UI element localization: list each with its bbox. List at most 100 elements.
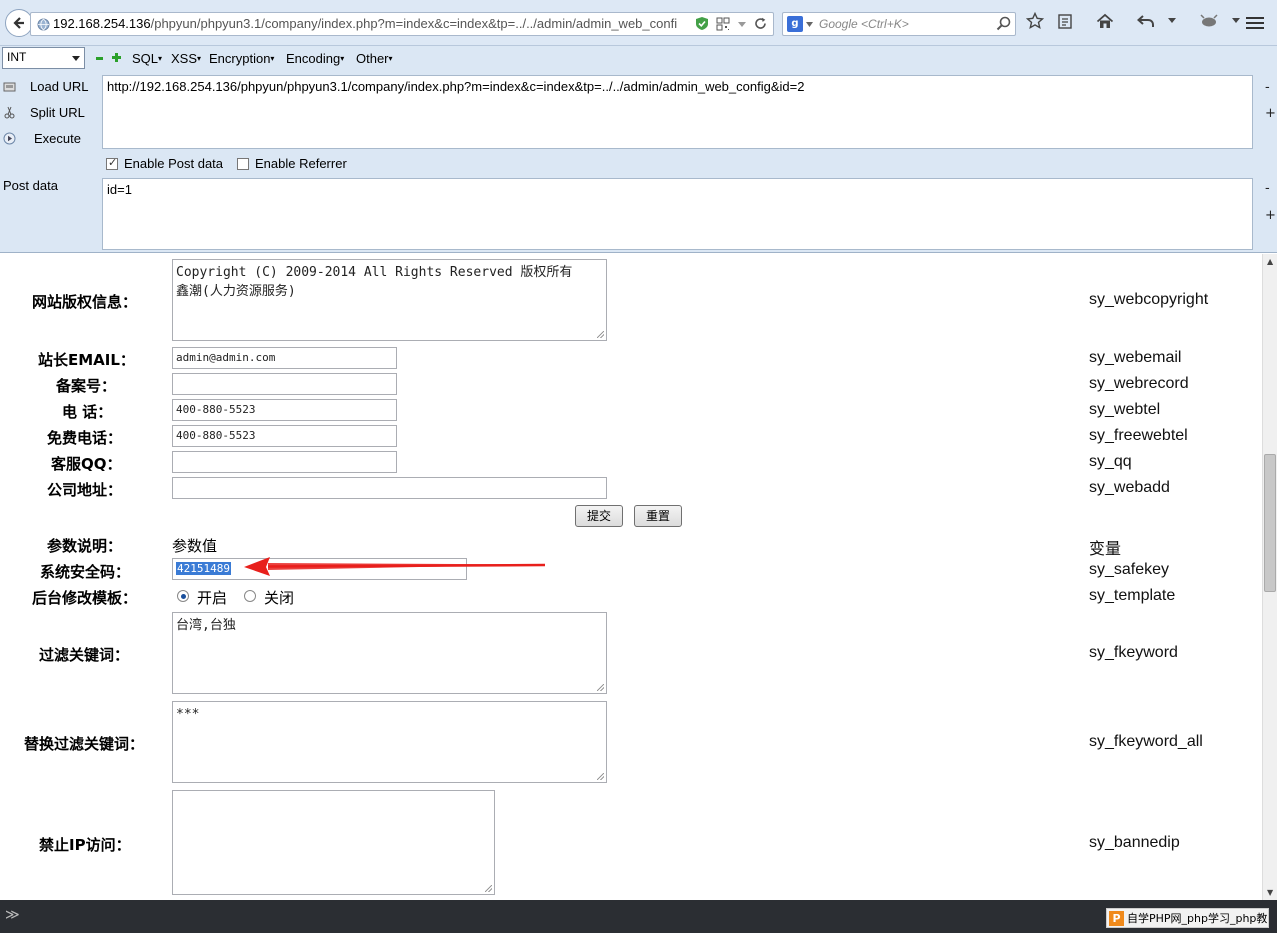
checkbox-unchecked-icon bbox=[237, 157, 249, 170]
record-input[interactable] bbox=[172, 373, 397, 395]
email-var: sy_webemail bbox=[1089, 349, 1182, 366]
copyright-text-line2: 鑫潮(人力资源服务) bbox=[176, 284, 296, 299]
site-badge-text: 自学PHP网_php学习_php教 bbox=[1127, 912, 1268, 925]
dropdown-arrow-icon[interactable] bbox=[737, 19, 747, 29]
xss-menu[interactable]: XSS▾ bbox=[171, 51, 201, 66]
home-icon[interactable] bbox=[1096, 13, 1114, 30]
shield-icon[interactable] bbox=[695, 16, 709, 31]
other-menu[interactable]: Other▾ bbox=[356, 51, 393, 66]
fkeyword-var: sy_fkeyword bbox=[1089, 644, 1178, 661]
post-collapse-button[interactable]: - bbox=[1265, 181, 1270, 196]
url-path: /phpyun/phpyun3.1/company/index.php?m=in… bbox=[150, 16, 678, 31]
submit-button[interactable]: 提交 bbox=[575, 505, 623, 527]
encryption-menu-dropdown-icon: ▾ bbox=[270, 54, 275, 63]
minus-icon[interactable] bbox=[96, 57, 103, 60]
execute-label: Execute bbox=[34, 131, 81, 146]
undo-dropdown-icon[interactable] bbox=[1168, 18, 1176, 24]
scroll-up-icon[interactable]: ▲ bbox=[1267, 257, 1273, 266]
encryption-menu-label: Encryption bbox=[209, 51, 271, 66]
scroll-down-icon[interactable]: ▼ bbox=[1267, 888, 1273, 897]
search-icon[interactable] bbox=[996, 16, 1011, 31]
back-button[interactable] bbox=[5, 9, 33, 37]
resize-grip-icon[interactable] bbox=[485, 885, 492, 892]
sql-menu-label: SQL bbox=[132, 51, 159, 66]
other-menu-dropdown-icon: ▾ bbox=[388, 54, 393, 63]
resize-grip-icon[interactable] bbox=[597, 331, 604, 338]
search-placeholder: Google <Ctrl+K> bbox=[819, 17, 909, 31]
encoding-menu[interactable]: Encoding▾ bbox=[286, 51, 344, 66]
safekey-value: 42151489 bbox=[176, 562, 231, 575]
resize-grip-icon[interactable] bbox=[597, 773, 604, 780]
qq-input[interactable] bbox=[172, 451, 397, 473]
bannedip-textarea[interactable] bbox=[172, 790, 495, 895]
safekey-label: 系统安全码： bbox=[40, 563, 131, 581]
copyright-textarea[interactable]: Copyright (C) 2009-2014 All Rights Reser… bbox=[172, 259, 607, 341]
resize-grip-icon[interactable] bbox=[597, 684, 604, 691]
fkeyword-all-text: *** bbox=[176, 707, 200, 722]
freetel-label: 免费电话： bbox=[47, 429, 123, 447]
bookmark-star-icon[interactable] bbox=[1026, 12, 1044, 30]
record-var: sy_webrecord bbox=[1089, 375, 1189, 392]
plus-icon[interactable] bbox=[112, 53, 121, 62]
reading-list-icon[interactable] bbox=[1057, 13, 1073, 30]
address-var: sy_webadd bbox=[1089, 479, 1170, 496]
hackbar-url-textarea[interactable]: http://192.168.254.136/phpyun/phpyun3.1/… bbox=[102, 75, 1253, 149]
scissors-icon bbox=[4, 106, 15, 119]
int-select-value: INT bbox=[7, 50, 27, 64]
enable-referrer-checkbox[interactable]: Enable Referrer bbox=[237, 156, 347, 171]
template-off-label: 关闭 bbox=[264, 589, 295, 607]
split-url-label: Split URL bbox=[30, 105, 85, 120]
qrcode-icon[interactable] bbox=[716, 17, 730, 31]
chevron-right-icon[interactable]: ≫ bbox=[5, 907, 20, 923]
post-data-textarea[interactable]: id=1 bbox=[102, 178, 1253, 250]
template-off-radio[interactable] bbox=[244, 590, 256, 602]
url-host: 192.168.254.136 bbox=[53, 16, 151, 31]
fkeyword-all-textarea[interactable]: *** bbox=[172, 701, 607, 783]
enable-post-checkbox[interactable]: Enable Post data bbox=[106, 156, 223, 171]
other-menu-label: Other bbox=[356, 51, 389, 66]
url-text[interactable]: 192.168.254.136/phpyun/phpyun3.1/company… bbox=[53, 16, 723, 31]
address-input[interactable] bbox=[172, 477, 607, 499]
status-bar: ≫ bbox=[0, 900, 1277, 933]
fkeyword-textarea[interactable]: 台湾,台独 bbox=[172, 612, 607, 694]
encryption-menu[interactable]: Encryption▾ bbox=[209, 51, 274, 66]
param-header: 参数说明： bbox=[47, 537, 123, 555]
fkeyword-label: 过滤关键词： bbox=[39, 646, 130, 664]
php-logo-icon: P bbox=[1109, 910, 1124, 926]
copyright-var: sy_webcopyright bbox=[1089, 291, 1209, 308]
url-collapse-button[interactable]: - bbox=[1265, 80, 1270, 95]
int-select[interactable]: INT bbox=[2, 47, 85, 69]
addon-bug-icon[interactable] bbox=[1199, 14, 1219, 28]
email-input[interactable]: admin@admin.com bbox=[172, 347, 397, 369]
reset-button[interactable]: 重置 bbox=[634, 505, 682, 527]
freetel-input[interactable]: 400-880-5523 bbox=[172, 425, 397, 447]
vertical-scrollbar[interactable]: ▲ ▼ bbox=[1262, 254, 1277, 900]
qq-label: 客服QQ： bbox=[51, 455, 122, 473]
google-icon[interactable]: g bbox=[787, 16, 803, 32]
reload-icon[interactable] bbox=[754, 17, 767, 30]
scrollbar-thumb[interactable] bbox=[1264, 454, 1276, 592]
copyright-label: 网站版权信息： bbox=[32, 293, 138, 311]
xss-menu-label: XSS bbox=[171, 51, 198, 66]
url-expand-button[interactable]: + bbox=[1265, 106, 1276, 121]
sql-menu[interactable]: SQL▾ bbox=[132, 51, 162, 66]
template-on-radio[interactable] bbox=[177, 590, 189, 602]
value-header: 参数值 bbox=[172, 537, 218, 555]
hamburger-menu-icon[interactable] bbox=[1246, 14, 1264, 32]
template-var: sy_template bbox=[1089, 587, 1176, 604]
checkbox-checked-icon bbox=[106, 156, 118, 170]
enable-post-label: Enable Post data bbox=[124, 156, 224, 171]
search-engine-dropdown-icon[interactable] bbox=[806, 22, 813, 28]
post-expand-button[interactable]: + bbox=[1265, 208, 1276, 223]
fkeyword-all-var: sy_fkeyword_all bbox=[1089, 733, 1203, 750]
tel-input[interactable]: 400-880-5523 bbox=[172, 399, 397, 421]
undo-icon[interactable] bbox=[1137, 13, 1155, 29]
search-bar[interactable]: g Google <Ctrl+K> bbox=[782, 12, 1016, 36]
url-bar[interactable]: 192.168.254.136/phpyun/phpyun3.1/company… bbox=[30, 12, 774, 36]
site-badge[interactable]: P 自学PHP网_php学习_php教 bbox=[1106, 908, 1269, 928]
tel-var: sy_webtel bbox=[1089, 401, 1161, 418]
template-label: 后台修改模板： bbox=[32, 589, 138, 607]
addon-dropdown-icon[interactable] bbox=[1232, 18, 1240, 24]
record-label: 备案号： bbox=[56, 377, 117, 395]
chevron-down-icon bbox=[72, 56, 80, 61]
